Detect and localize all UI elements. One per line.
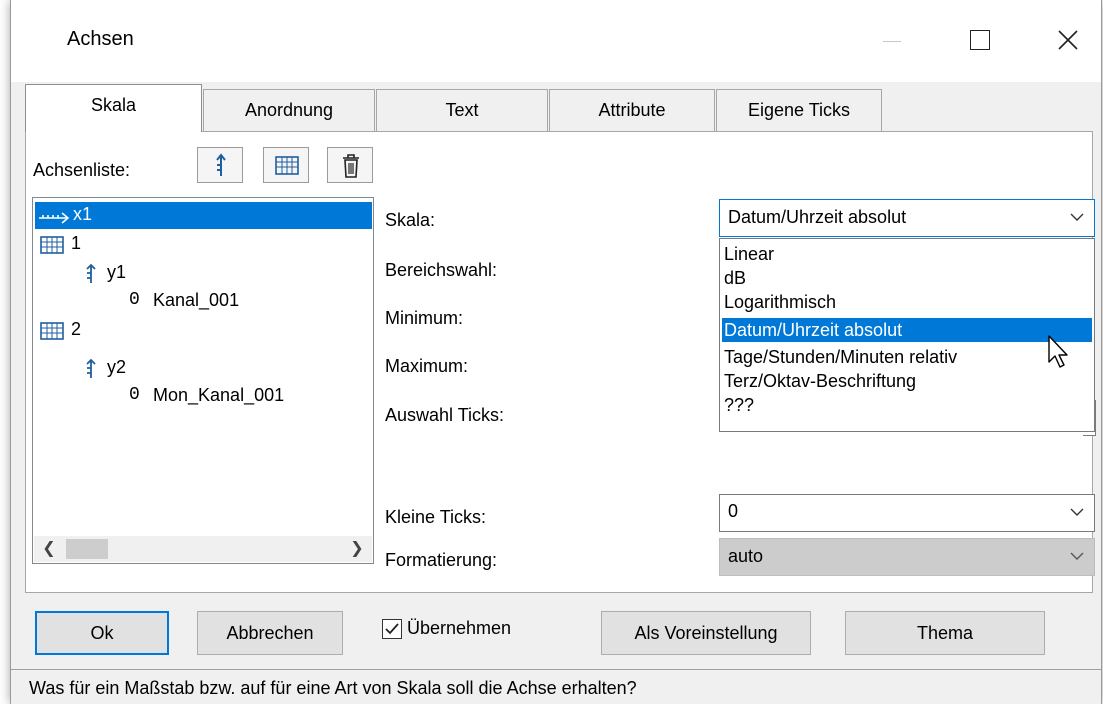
mouse-pointer-icon: [1048, 335, 1068, 368]
x-axis-arrow-icon: [39, 212, 70, 224]
chevron-down-icon: [1070, 552, 1084, 560]
channel-icon: 0: [129, 290, 140, 310]
grid-icon: [40, 236, 64, 254]
tree-node-kanal-001[interactable]: 0 Kanal_001: [129, 288, 359, 314]
tree-node-y2[interactable]: y2: [81, 355, 281, 381]
formatierung-label: Formatierung:: [385, 550, 498, 570]
y-axis-icon: [86, 263, 96, 283]
tab-skala[interactable]: Skala: [25, 84, 202, 132]
minimum-label: Minimum:: [385, 308, 464, 328]
tree-node-mon-kanal-001[interactable]: 0 Mon_Kanal_001: [129, 383, 369, 409]
kleine-ticks-select[interactable]: 0: [719, 494, 1095, 532]
option-db[interactable]: dB: [722, 266, 1092, 290]
tree-node-label: Kanal_001: [153, 290, 240, 310]
skala-dropdown-list[interactable]: Linear dB Logarithmisch Datum/Uhrzeit ab…: [719, 238, 1095, 432]
option-logarithmisch[interactable]: Logarithmisch: [722, 290, 1092, 314]
option-unknown[interactable]: ???: [722, 393, 1092, 417]
grid-icon: [40, 322, 64, 340]
tree-node-label: x1: [73, 204, 93, 224]
apply-label[interactable]: Übernehmen: [407, 618, 511, 639]
kleine-ticks-value: 0: [728, 501, 739, 521]
tab-attribute[interactable]: Attribute: [549, 89, 715, 131]
grid-icon: [275, 156, 299, 175]
close-icon: [1058, 30, 1078, 50]
tree-node-x1[interactable]: x1: [35, 202, 372, 229]
scroll-left-icon[interactable]: ❮: [34, 536, 64, 562]
tab-anordnung[interactable]: Anordnung: [203, 89, 375, 131]
skala-select-value: Datum/Uhrzeit absolut: [728, 207, 907, 227]
option-tage-stunden-minuten-relativ[interactable]: Tage/Stunden/Minuten relativ: [722, 345, 1092, 369]
bereichswahl-label: Bereichswahl:: [385, 260, 498, 280]
title-bar: Achsen: [11, 0, 1101, 82]
tree-node-label: y1: [107, 262, 127, 282]
trash-icon: [343, 154, 359, 178]
minimize-button: [863, 18, 923, 64]
tree-node-label: Mon_Kanal_001: [153, 385, 285, 405]
option-datum-uhrzeit-absolut[interactable]: Datum/Uhrzeit absolut: [722, 318, 1092, 342]
formatierung-value: auto: [728, 546, 764, 566]
option-terz-oktav-beschriftung[interactable]: Terz/Oktav-Beschriftung: [722, 369, 1092, 393]
theme-button[interactable]: Thema: [845, 611, 1045, 655]
close-button[interactable]: [1039, 18, 1099, 64]
chevron-down-icon: [1070, 508, 1084, 516]
kleine-ticks-label: Kleine Ticks:: [385, 507, 487, 527]
axis-list-label: Achsenliste:: [33, 160, 131, 180]
axes-dialog: Achsen Skala Anordnung Text Attribute Ei…: [10, 0, 1102, 704]
tree-node-coordsys-1[interactable]: 1: [39, 232, 239, 258]
cancel-button[interactable]: Abbrechen: [197, 611, 343, 655]
maximum-label: Maximum:: [385, 356, 469, 376]
chevron-down-icon: [1070, 213, 1084, 221]
scroll-thumb[interactable]: [66, 539, 108, 559]
apply-checkbox[interactable]: [382, 619, 402, 639]
tree-node-coordsys-2[interactable]: 2: [39, 318, 239, 344]
preset-button[interactable]: Als Voreinstellung: [601, 611, 811, 655]
tab-text[interactable]: Text: [376, 89, 548, 131]
status-bar: Was für ein Maßstab bzw. auf für eine Ar…: [11, 669, 1101, 704]
checkmark-icon: [385, 623, 399, 635]
tree-node-label: y2: [107, 357, 127, 377]
tree-horizontal-scrollbar[interactable]: ❮ ❯: [34, 536, 372, 562]
delete-axis-button[interactable]: [327, 147, 373, 183]
axis-tree[interactable]: x1 1 y1 0 Kanal_001 2 y2 0 Mon_Kanal_001…: [32, 197, 374, 564]
auswahl-ticks-label: Auswahl Ticks:: [385, 405, 505, 425]
axis-up-icon: [216, 153, 226, 176]
tree-node-y1[interactable]: y1: [81, 260, 281, 286]
add-coordinate-system-button[interactable]: [263, 147, 309, 183]
ok-button[interactable]: Ok: [35, 611, 169, 655]
add-axis-button[interactable]: [197, 147, 243, 183]
channel-icon: 0: [129, 385, 140, 405]
status-text: Was für ein Maßstab bzw. auf für eine Ar…: [29, 678, 637, 698]
skala-select[interactable]: Datum/Uhrzeit absolut: [719, 199, 1095, 237]
skala-label: Skala:: [385, 210, 436, 230]
tab-eigene-ticks[interactable]: Eigene Ticks: [716, 89, 882, 131]
maximize-button[interactable]: [951, 18, 1011, 64]
formatierung-select[interactable]: auto: [719, 538, 1095, 576]
window-title: Achsen: [67, 28, 134, 50]
option-linear[interactable]: Linear: [722, 242, 1092, 266]
tree-node-label: 2: [71, 319, 82, 339]
y-axis-icon: [86, 358, 96, 378]
tree-node-label: 1: [71, 233, 82, 253]
scroll-right-icon[interactable]: ❯: [342, 536, 372, 562]
